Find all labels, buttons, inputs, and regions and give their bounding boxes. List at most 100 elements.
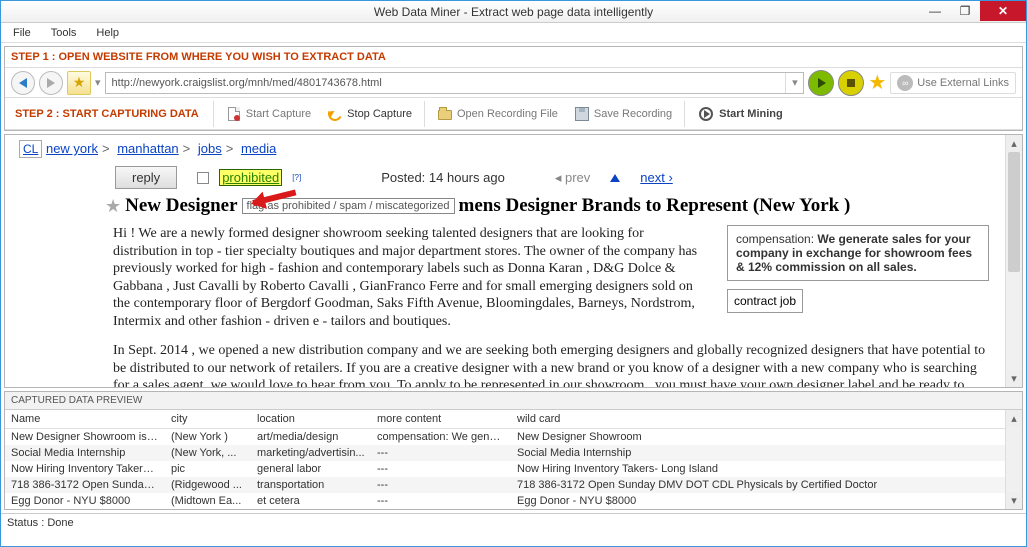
- breadcrumb-newyork[interactable]: new york: [46, 141, 98, 156]
- step1-label: STEP 1 : OPEN WEBSITE FROM WHERE YOU WIS…: [5, 47, 1022, 68]
- url-dropdown[interactable]: ▾: [785, 73, 803, 93]
- up-icon[interactable]: [610, 174, 620, 182]
- menubar: File Tools Help: [1, 23, 1026, 43]
- scroll-up-icon[interactable]: ▴: [1006, 135, 1022, 152]
- prohibited-link[interactable]: prohibited: [219, 169, 282, 186]
- posted-row: Posted: 14 hours ago: [381, 170, 505, 185]
- cell: transportation: [251, 477, 371, 493]
- preview-title: CAPTURED DATA PREVIEW: [5, 392, 1022, 410]
- step2-label: STEP 2 : START CAPTURING DATA: [5, 108, 209, 120]
- cell: ---: [371, 493, 511, 509]
- open-recording-label: Open Recording File: [457, 108, 558, 120]
- scroll-thumb[interactable]: [1008, 152, 1020, 272]
- open-recording-button[interactable]: Open Recording File: [429, 100, 566, 128]
- annotation-arrow: [253, 200, 297, 206]
- grid-header-row: Name city location more content wild car…: [5, 410, 1005, 429]
- table-row[interactable]: Egg Donor - NYU $8000(Midtown Ea...et ce…: [5, 493, 1005, 509]
- menu-tools[interactable]: Tools: [47, 25, 81, 41]
- col-location[interactable]: location: [251, 410, 371, 429]
- cell: Now Hiring Inventory Takers- ...: [5, 461, 165, 477]
- help-icon[interactable]: [?]: [292, 173, 301, 182]
- favorite-star-button[interactable]: ★: [868, 70, 886, 95]
- breadcrumb-cl[interactable]: CL: [19, 140, 42, 158]
- minimize-button[interactable]: —: [920, 1, 950, 21]
- abort-button[interactable]: [838, 70, 864, 96]
- posted-time: 14 hours ago: [429, 170, 505, 185]
- stop-capture-label: Stop Capture: [347, 108, 412, 120]
- forward-button[interactable]: [39, 71, 63, 95]
- table-row[interactable]: Social Media Internship(New York, ...mar…: [5, 445, 1005, 461]
- preview-scroll-up-icon[interactable]: ▴: [1006, 410, 1022, 427]
- titlebar: Web Data Miner - Extract web page data i…: [1, 1, 1026, 23]
- menu-file[interactable]: File: [9, 25, 35, 41]
- paragraph-2: In Sept. 2014 , we opened a new distribu…: [113, 342, 989, 387]
- url-input[interactable]: [106, 73, 786, 93]
- cell: Now Hiring Inventory Takers- Long Island: [511, 461, 1005, 477]
- cell: Social Media Internship: [511, 445, 1005, 461]
- favorites-button[interactable]: ★: [67, 71, 91, 95]
- dropdown-icon[interactable]: ▾: [95, 76, 101, 89]
- table-row[interactable]: New Designer Showroom is S...(New York )…: [5, 429, 1005, 446]
- breadcrumb-jobs[interactable]: jobs: [198, 141, 222, 156]
- cell: ---: [371, 477, 511, 493]
- window-controls: — ❐ ✕: [920, 1, 1026, 21]
- compensation-box: compensation: We generate sales for your…: [727, 225, 989, 281]
- compensation-label: compensation:: [736, 232, 814, 246]
- scroll-down-icon[interactable]: ▾: [1006, 370, 1022, 387]
- col-city[interactable]: city: [165, 410, 251, 429]
- stop-capture-button[interactable]: Stop Capture: [319, 100, 420, 128]
- disk-icon: [574, 106, 590, 122]
- breadcrumb-manhattan[interactable]: manhattan: [117, 141, 178, 156]
- prev-link[interactable]: ◂ prev: [555, 170, 590, 186]
- browser-pane: CL new york> manhattan> jobs> media repl…: [4, 134, 1023, 388]
- save-recording-button[interactable]: Save Recording: [566, 100, 680, 128]
- favorite-icon[interactable]: ★: [105, 196, 121, 217]
- prohibited-checkbox[interactable]: [197, 172, 209, 184]
- preview-scroll-down-icon[interactable]: ▾: [1006, 492, 1022, 509]
- col-name[interactable]: Name: [5, 410, 165, 429]
- record-icon: [226, 106, 242, 122]
- col-more[interactable]: more content: [371, 410, 511, 429]
- cell: Egg Donor - NYU $8000: [5, 493, 165, 509]
- cell: 718 386-3172 Open Sunday ...: [5, 477, 165, 493]
- start-mining-button[interactable]: Start Mining: [689, 107, 793, 121]
- start-capture-button[interactable]: Start Capture: [218, 100, 319, 128]
- start-capture-label: Start Capture: [246, 108, 311, 120]
- next-link[interactable]: next ›: [640, 170, 673, 185]
- arrow-left-icon: [19, 78, 27, 88]
- toolbar: STEP 2 : START CAPTURING DATA Start Capt…: [5, 98, 1022, 130]
- table-row[interactable]: 718 386-3172 Open Sunday ...(Ridgewood .…: [5, 477, 1005, 493]
- preview-scrollbar[interactable]: ▴ ▾: [1005, 410, 1022, 509]
- table-row[interactable]: Now Hiring Inventory Takers- ...picgener…: [5, 461, 1005, 477]
- close-button[interactable]: ✕: [980, 1, 1026, 21]
- back-button[interactable]: [11, 71, 35, 95]
- maximize-button[interactable]: ❐: [950, 1, 980, 21]
- reply-button[interactable]: reply: [115, 166, 177, 189]
- star-icon: ★: [73, 74, 86, 91]
- col-wildcard[interactable]: wild card: [511, 410, 1005, 429]
- undo-icon: [327, 106, 343, 122]
- cell: general labor: [251, 461, 371, 477]
- contract-box: contract job: [727, 289, 803, 313]
- navbar: ★ ▾ ▾ ★ ∞ Use External Links: [5, 68, 1022, 98]
- external-links-label: Use External Links: [917, 77, 1009, 89]
- cell: Social Media Internship: [5, 445, 165, 461]
- go-button[interactable]: [808, 70, 834, 96]
- cell: (New York ): [165, 429, 251, 446]
- cell: New Designer Showroom is S...: [5, 429, 165, 446]
- statusbar: Status : Done: [1, 513, 1026, 532]
- external-links-chip[interactable]: ∞ Use External Links: [890, 72, 1016, 94]
- arrow-right-icon: [47, 78, 55, 88]
- cell: art/media/design: [251, 429, 371, 446]
- folder-icon: [437, 106, 453, 122]
- content-scrollbar[interactable]: ▴ ▾: [1005, 135, 1022, 387]
- post-body: compensation: We generate sales for your…: [5, 223, 1005, 387]
- preview-panel: CAPTURED DATA PREVIEW Name city location…: [4, 391, 1023, 510]
- menu-help[interactable]: Help: [92, 25, 123, 41]
- cell: compensation: We gener...: [371, 429, 511, 446]
- cell: (New York, ...: [165, 445, 251, 461]
- preview-grid: Name city location more content wild car…: [5, 410, 1005, 509]
- cell: marketing/advertisin...: [251, 445, 371, 461]
- cell: 718 386-3172 Open Sunday DMV DOT CDL Phy…: [511, 477, 1005, 493]
- breadcrumb-media[interactable]: media: [241, 141, 276, 156]
